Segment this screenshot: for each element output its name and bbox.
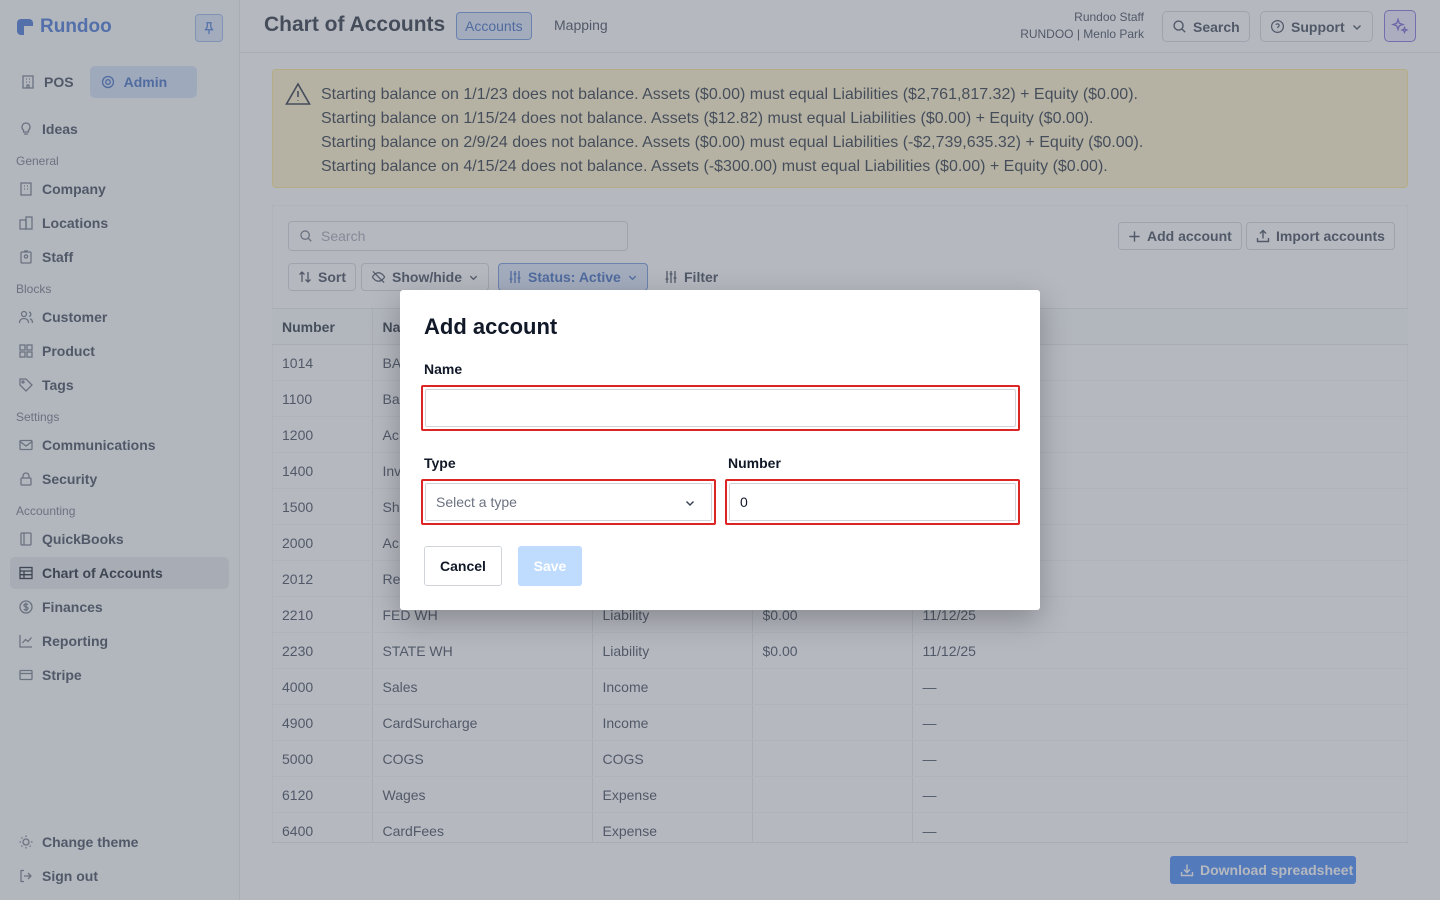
- type-select[interactable]: Select a type: [421, 479, 716, 525]
- number-input[interactable]: 0: [725, 479, 1020, 525]
- name-input[interactable]: [421, 385, 1020, 431]
- cancel-button[interactable]: Cancel: [424, 546, 502, 586]
- number-label: Number: [728, 455, 781, 471]
- modal-title: Add account: [424, 314, 558, 339]
- type-placeholder: Select a type: [436, 494, 517, 510]
- add-account-modal: Add account Name Type Select a type Numb…: [400, 290, 1040, 610]
- name-label: Name: [424, 361, 463, 377]
- chevron-down-icon: [686, 501, 694, 506]
- number-value: 0: [740, 494, 748, 510]
- type-label: Type: [424, 455, 456, 471]
- save-button[interactable]: Save: [518, 546, 582, 586]
